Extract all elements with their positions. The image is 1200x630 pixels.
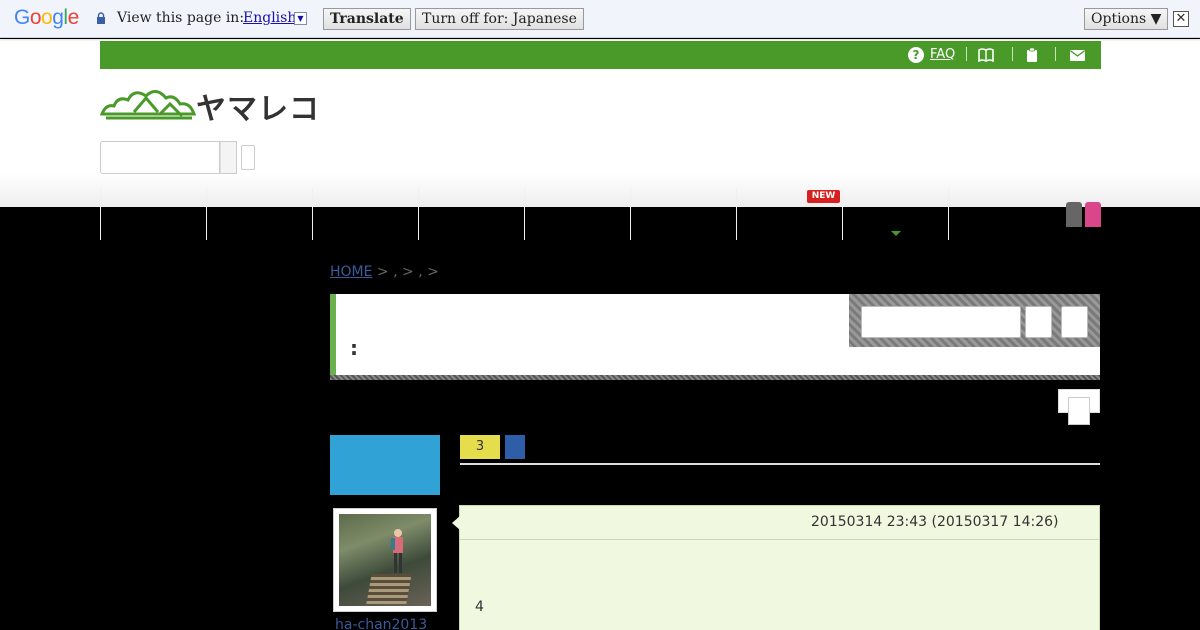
count-badge: 3 [460,435,500,459]
close-icon[interactable]: ✕ [1173,11,1189,27]
record-category-block[interactable] [330,435,440,495]
breadcrumb-home-link[interactable]: HOME [330,264,372,280]
nav-item[interactable] [524,188,525,240]
record-search-input[interactable] [861,306,1021,338]
username-link[interactable]: ha-chan2013 [335,617,427,630]
help-icon[interactable]: ? [908,47,924,63]
options-button[interactable]: Options ▼ [1084,8,1169,30]
record-filter-button[interactable] [1061,306,1088,338]
divider [460,463,1100,465]
new-badge: NEW [807,190,840,203]
divider [460,539,1099,540]
translate-bar: Google View this page in: English ▼ Tran… [0,0,1200,38]
theme-tab-pink[interactable] [1085,202,1101,227]
search-button[interactable] [241,145,255,170]
record-search-button[interactable] [1025,306,1052,338]
search-scope-select[interactable] [220,141,237,174]
title-panel-border [330,375,1100,380]
avatar[interactable] [333,508,437,612]
faq-link[interactable]: FAQ [930,47,955,62]
nav-item[interactable] [206,188,207,240]
avatar-photo [339,514,431,606]
nav-item[interactable] [736,188,737,240]
nav-item[interactable] [630,188,631,240]
divider [1055,47,1056,61]
turn-off-button[interactable]: Turn off for: Japanese [415,8,584,30]
lock-icon [97,12,105,24]
translate-button[interactable]: Translate [323,8,411,30]
clipboard-icon[interactable] [1026,48,1038,62]
site-logo-text: ヤマレコ [196,92,320,127]
share-inner[interactable] [1068,397,1090,425]
mail-icon[interactable] [1070,50,1085,61]
status-badge [505,435,525,459]
page-title: : [350,336,358,360]
comment-pointer [452,516,460,530]
google-logo: Google [14,6,79,29]
theme-tab-gray[interactable] [1066,202,1082,227]
nav-item[interactable] [842,188,843,240]
comment-timestamp: 20150314 23:43 (20150317 14:26) [811,514,1059,530]
nav-item[interactable] [100,188,101,240]
book-icon[interactable] [978,48,994,62]
language-select[interactable]: English [243,10,296,26]
chevron-down-icon[interactable] [891,231,901,236]
nav-item[interactable] [418,188,419,240]
divider [966,47,967,61]
comment-body: 4 [475,599,484,615]
breadcrumb: HOME > , > , > [330,264,439,280]
view-page-label: View this page in: [117,10,245,26]
site-search-input[interactable] [100,141,220,174]
breadcrumb-trail: > , > , > [372,264,439,280]
nav-item[interactable] [948,188,949,240]
divider [1012,47,1013,61]
nav-item[interactable] [312,188,313,240]
chevron-down-icon[interactable]: ▼ [294,12,307,25]
